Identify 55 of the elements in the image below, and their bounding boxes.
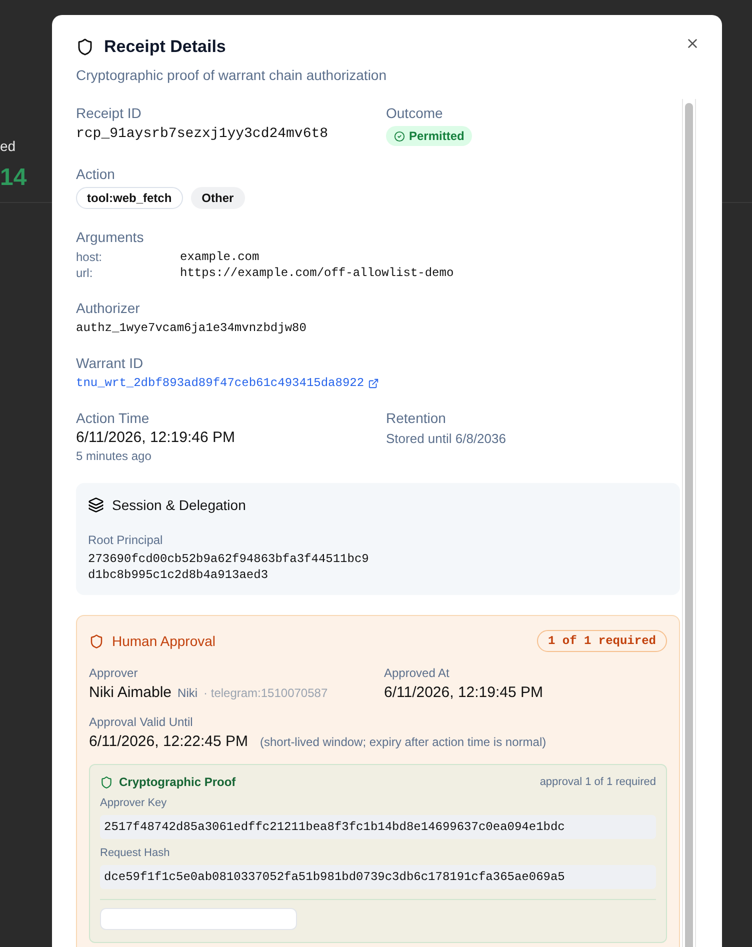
close-icon: [685, 36, 700, 51]
field-label: Action Time: [76, 410, 150, 426]
root-principal-value: 273690fcd00cb52b9a62f94863bfa3f44511bc9d1bc8b995c1c2d8b4a913aed3: [88, 551, 369, 583]
retention-value: Stored until 6/8/2036: [386, 431, 507, 446]
required-badge: 1 of 1 required: [536, 630, 667, 652]
argument-value: https://example.com/off-allowlist-demo: [180, 266, 455, 280]
field-label: Authorizer: [76, 300, 141, 316]
field-label: Action: [76, 166, 116, 182]
outcome-text: Permitted: [409, 129, 464, 143]
hash-value: 2517f48742d85a3061edffc21211bea8f3fc1b14bd8e14699637c0ea094e1bdc: [100, 815, 656, 839]
field-label: Receipt ID: [76, 105, 142, 121]
approved-at-value: 6/11/2026, 12:19:45 PM: [384, 684, 544, 701]
dialog-title: Receipt Details: [104, 37, 226, 57]
approver-name: Niki Aimable: [89, 684, 172, 701]
field-label: Retention: [386, 410, 447, 426]
stat-label: ed: [0, 138, 16, 154]
action-tag: tool:web_fetch: [76, 187, 183, 209]
card-title: Session & Delegation: [112, 497, 246, 513]
shield-icon: [89, 634, 104, 648]
action-time-value: 6/11/2026, 12:19:46 PM: [76, 429, 236, 446]
approval-count: approval 1 of 1 required: [540, 776, 656, 788]
validity-note: (short-lived window; expiry after action time is normal): [260, 735, 546, 749]
action-tag: Other: [190, 187, 245, 209]
close-button[interactable]: [685, 36, 700, 51]
argument-key: host:: [76, 250, 180, 264]
shield-icon: [100, 776, 113, 788]
layers-icon: [88, 497, 104, 513]
card-title: Human Approval: [112, 633, 216, 649]
dialog-subtitle: Cryptographic proof of warrant chain authorization: [76, 67, 388, 83]
argument-key: url:: [76, 266, 180, 280]
receipt-id-value: rcp_91aysrb7sezxj1yy3cd24mv6t8: [76, 126, 330, 142]
authorizer-value: authz_1wye7vcam6ja1e34mvnzbdjw80: [76, 321, 308, 335]
card-title: Cryptographic Proof: [119, 775, 236, 789]
field-label: Outcome: [386, 105, 444, 121]
field-label: Warrant ID: [76, 355, 144, 371]
argument-value: example.com: [180, 250, 260, 264]
proof-button[interactable]: [100, 908, 297, 930]
external-link-icon: [368, 378, 380, 388]
shield-icon: [76, 38, 94, 56]
approver-handle: Niki: [178, 686, 198, 700]
scrollbar[interactable]: [682, 99, 696, 947]
field-label: Approver: [89, 666, 139, 680]
field-label: Request Hash: [100, 847, 171, 859]
warrant-link[interactable]: tnu_wrt_2dbf893ad89f47ceb61c493415da8922: [76, 376, 380, 390]
valid-until-value: 6/11/2026, 12:22:45 PM: [89, 733, 248, 750]
relative-time: 5 minutes ago: [76, 449, 152, 463]
field-label: Approval Valid Until: [89, 715, 194, 729]
field-label: Arguments: [76, 229, 145, 245]
field-label: Approved At: [384, 666, 450, 680]
check-circle-icon: [394, 130, 405, 142]
stat-value: 14: [0, 164, 27, 192]
field-label: Root Principal: [88, 533, 164, 547]
hash-value: dce59f1f1c5e0ab0810337052fa51b981bd0739c3db6c178191cfa365ae069a5: [100, 865, 656, 889]
field-label: Approver Key: [100, 797, 168, 809]
approver-source: · telegram:1510070587: [204, 686, 328, 700]
